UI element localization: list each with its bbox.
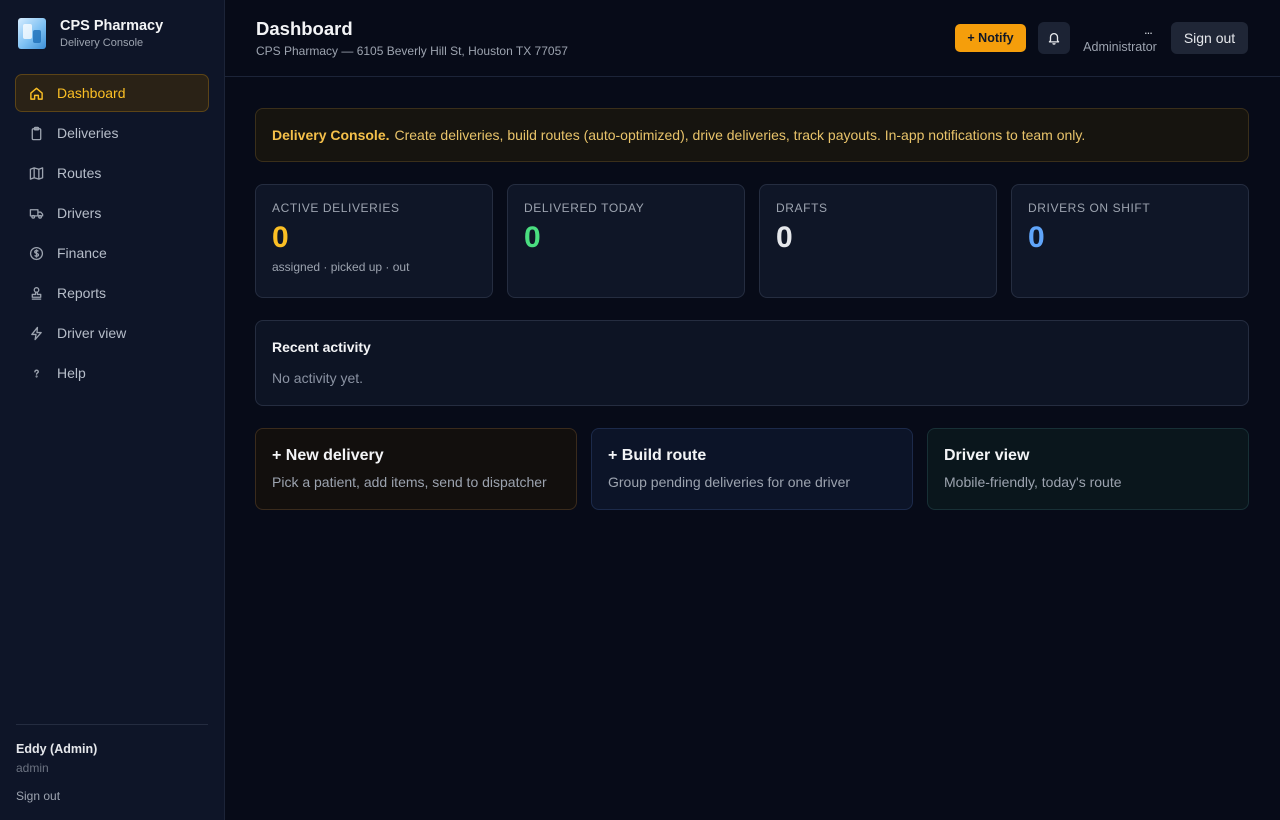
banner-title: Delivery Console. — [272, 127, 390, 143]
brand[interactable]: CPS Pharmacy Delivery Console — [18, 18, 163, 49]
sidebar-item-deliveries[interactable]: Deliveries — [15, 114, 209, 152]
build-route-card[interactable]: + Build route Group pending deliveries f… — [591, 428, 913, 510]
stat-card-drafts: DRAFTS 0 — [759, 184, 997, 298]
stat-value: 0 — [272, 221, 289, 254]
stat-label: DRAFTS — [776, 201, 828, 215]
page-title: Dashboard — [256, 18, 353, 39]
brand-subtitle: Delivery Console — [60, 37, 144, 49]
home-icon — [29, 86, 44, 101]
action-title: + Build route — [608, 447, 707, 464]
banner-text: Create deliveries, build routes (auto-op… — [394, 127, 1086, 143]
admin-role-label: Administrator — [1083, 40, 1157, 54]
bell-icon — [1047, 31, 1061, 45]
action-subtitle: Group pending deliveries for one driver — [608, 474, 851, 490]
sidebar-item-label: Reports — [57, 285, 107, 301]
stat-value: 0 — [524, 221, 541, 254]
sidebar-signout-link[interactable]: Sign out — [16, 789, 208, 803]
sidebar-item-label: Help — [57, 365, 86, 381]
sidebar-item-driver-view[interactable]: Driver view — [15, 314, 209, 352]
sidebar: CPS Pharmacy Delivery Console Dashboard … — [0, 0, 225, 820]
sidebar-item-reports[interactable]: Reports — [15, 274, 209, 312]
new-delivery-card[interactable]: + New delivery Pick a patient, add items… — [255, 428, 577, 510]
sidebar-item-finance[interactable]: Finance — [15, 234, 209, 272]
brand-name: CPS Pharmacy — [60, 18, 164, 34]
sidebar-item-routes[interactable]: Routes — [15, 154, 209, 192]
page-subtitle: CPS Pharmacy — 6105 Beverly Hill St, Hou… — [256, 44, 568, 58]
notifications-button[interactable] — [1038, 22, 1070, 54]
clipboard-icon — [29, 126, 44, 141]
stat-label: DELIVERED TODAY — [524, 201, 645, 215]
sidebar-item-help[interactable]: Help — [15, 354, 209, 392]
stat-value: 0 — [776, 221, 793, 254]
action-subtitle: Pick a patient, add items, send to dispa… — [272, 474, 547, 490]
info-banner: Delivery Console. Create deliveries, bui… — [255, 108, 1249, 162]
sidebar-item-label: Deliveries — [57, 125, 119, 141]
user-block: Eddy (Admin) admin Sign out — [16, 724, 208, 803]
action-title: Driver view — [944, 447, 1030, 464]
stamp-icon — [29, 286, 44, 301]
sidebar-item-label: Dashboard — [57, 85, 126, 101]
stat-card-delivered-today: DELIVERED TODAY 0 — [507, 184, 745, 298]
stat-card-drivers-on-shift: DRIVERS ON SHIFT 0 — [1011, 184, 1249, 298]
recent-activity-title: Recent activity — [272, 339, 371, 355]
top-header: Dashboard CPS Pharmacy — 6105 Beverly Hi… — [225, 0, 1280, 77]
user-name: Eddy (Admin) — [16, 742, 98, 756]
sidebar-item-dashboard[interactable]: Dashboard — [15, 74, 209, 112]
driver-view-card[interactable]: Driver view Mobile-friendly, today's rou… — [927, 428, 1249, 510]
truck-icon — [29, 206, 44, 221]
stat-footnote: assigned · picked up · out — [272, 260, 410, 274]
sidebar-nav: Dashboard Deliveries Routes Drivers Fina… — [15, 74, 209, 394]
stat-label: ACTIVE DELIVERIES — [272, 201, 400, 215]
stat-value: 0 — [1028, 221, 1045, 254]
notify-button[interactable]: + Notify — [955, 24, 1026, 52]
sidebar-item-label: Drivers — [57, 205, 102, 221]
sidebar-item-drivers[interactable]: Drivers — [15, 194, 209, 232]
stat-card-active-deliveries: ACTIVE DELIVERIES 0 assigned · picked up… — [255, 184, 493, 298]
admin-menu-dots[interactable]: ... — [1144, 22, 1153, 37]
sidebar-item-label: Driver view — [57, 325, 127, 341]
dollar-icon — [29, 246, 44, 261]
sidebar-item-label: Finance — [57, 245, 107, 261]
bolt-icon — [29, 326, 44, 341]
action-title: + New delivery — [272, 447, 384, 464]
brand-logo — [18, 18, 46, 49]
map-icon — [29, 166, 44, 181]
user-role: admin — [16, 761, 49, 775]
signout-button[interactable]: Sign out — [1171, 22, 1248, 54]
question-icon — [29, 366, 44, 381]
recent-activity-empty: No activity yet. — [272, 370, 364, 386]
stat-label: DRIVERS ON SHIFT — [1028, 201, 1151, 215]
sidebar-item-label: Routes — [57, 165, 102, 181]
action-subtitle: Mobile-friendly, today's route — [944, 474, 1122, 490]
recent-activity-panel: Recent activity No activity yet. — [255, 320, 1249, 406]
